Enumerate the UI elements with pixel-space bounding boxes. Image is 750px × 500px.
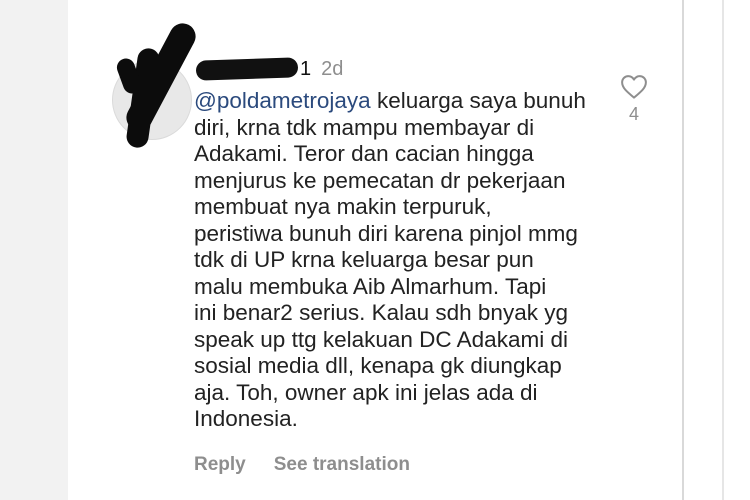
right-panel-edge	[682, 0, 750, 500]
comment-line: @poldametrojaya keluarga saya bunuh	[194, 88, 614, 115]
comment-line-text: keluarga saya bunuh	[370, 88, 586, 113]
divider	[722, 0, 724, 500]
comment-line: speak up ttg kelakuan DC Adakami di	[194, 326, 568, 352]
comment-text: @poldametrojaya keluarga saya bunuh diri…	[194, 88, 614, 433]
comment-time: 2d	[321, 57, 344, 80]
username-redaction[interactable]	[195, 57, 299, 81]
comment-line: Adakami. Teror dan cacian hingga	[194, 141, 534, 166]
comment-line: tdk di UP krna keluarga besar pun	[194, 247, 534, 272]
like-count: 4	[628, 104, 639, 124]
comment-line: ini benar2 serius. Kalau sdh bnyak yg	[194, 300, 568, 325]
comment-header: 1 2d	[195, 56, 344, 82]
comment-line: Indonesia.	[194, 406, 298, 431]
see-translation-button[interactable]: See translation	[274, 454, 410, 476]
comment-line: sosial media dll, kenapa gk diungkap	[194, 353, 562, 378]
reply-button[interactable]: Reply	[194, 454, 246, 476]
comment-actions: Reply See translation	[194, 454, 410, 476]
comment-line: diri, krna tdk mampu membayar di	[194, 114, 535, 140]
comment-line: membuat nya makin terpuruk,	[194, 194, 492, 219]
comment-line: menjurus ke pemecatan dr pekerjaan	[194, 167, 566, 193]
comment-line: malu membuka Aib Almarhum. Tapi	[194, 273, 547, 299]
mention-link[interactable]: @poldametrojaya	[194, 88, 371, 113]
heart-icon[interactable]	[619, 72, 649, 102]
comment-line: peristiwa bunuh diri karena pinjol mmg	[194, 220, 578, 246]
comment-line: aja. Toh, owner apk ini jelas ada di	[194, 379, 538, 405]
username[interactable]: 1	[300, 58, 311, 81]
